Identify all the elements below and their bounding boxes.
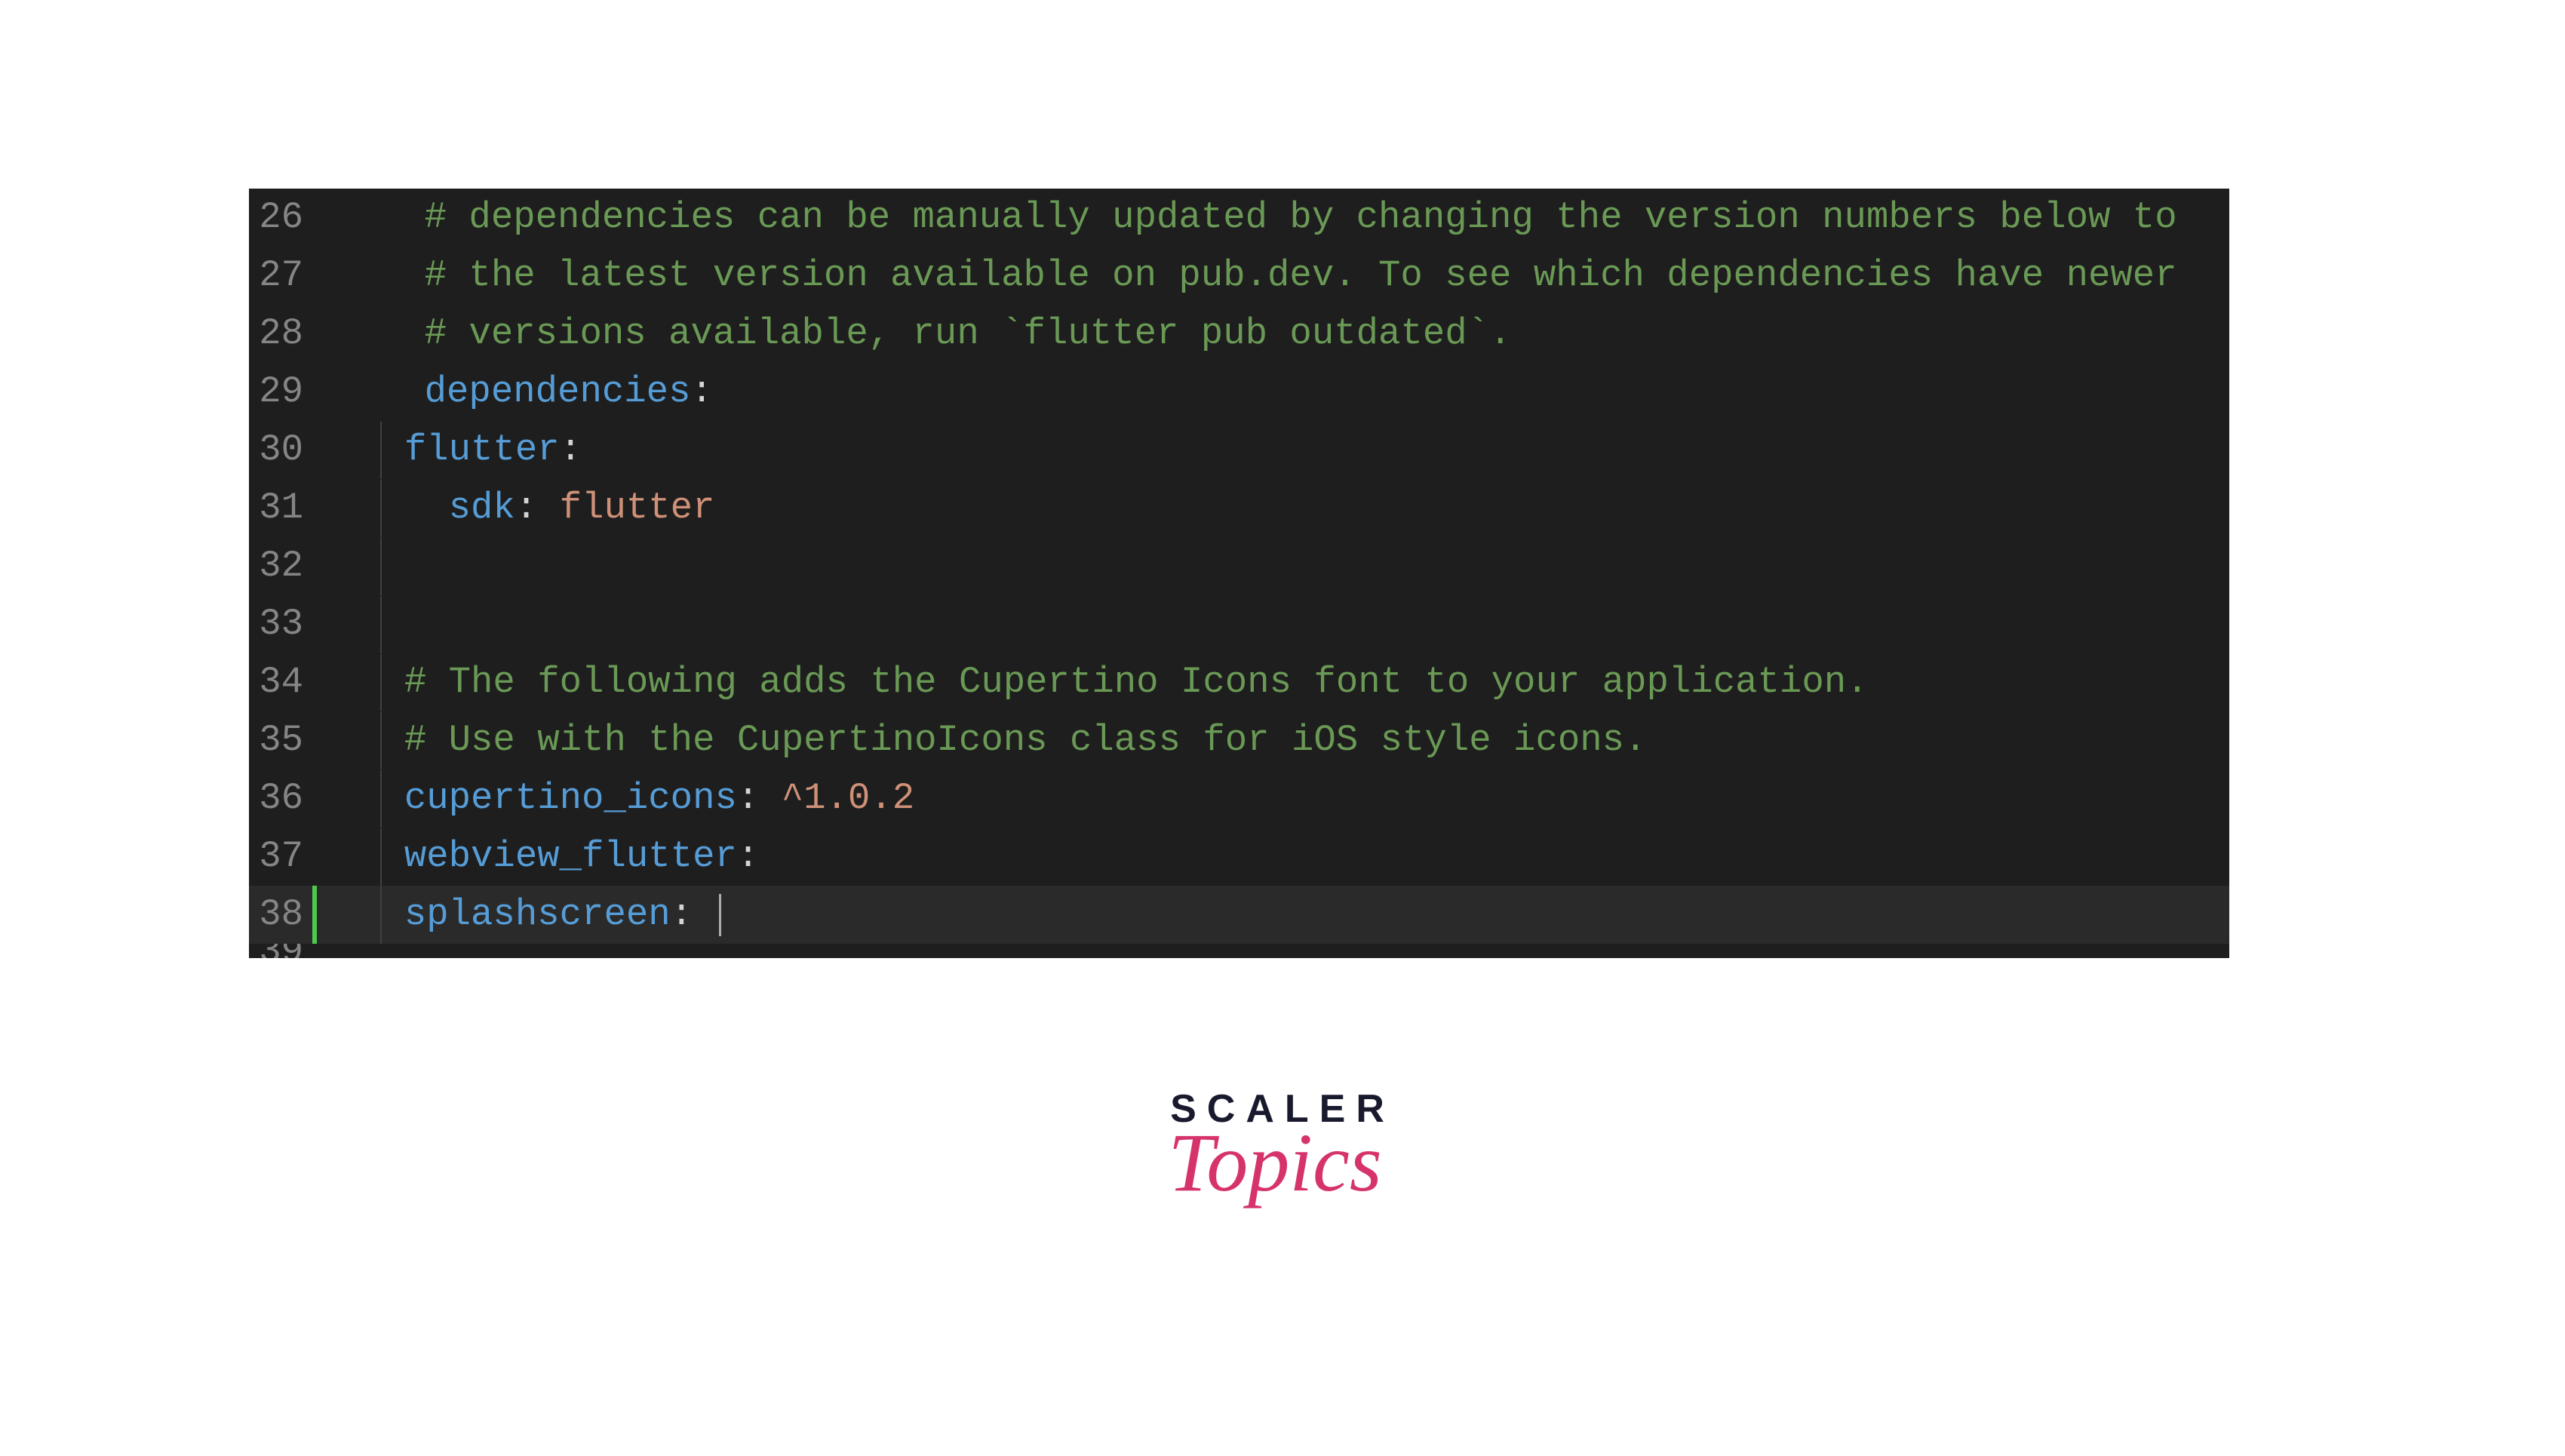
- line-content[interactable]: webview_flutter:: [317, 828, 759, 886]
- line-content[interactable]: # dependencies can be manually updated b…: [317, 189, 2177, 247]
- line-content[interactable]: flutter:: [317, 421, 582, 479]
- line-number: 38: [249, 886, 317, 944]
- line-content[interactable]: sdk: flutter: [317, 479, 715, 537]
- line-number: 29: [249, 363, 317, 421]
- line-content[interactable]: dependencies:: [317, 363, 713, 421]
- code-line-36[interactable]: 36 cupertino_icons: ^1.0.2: [249, 769, 2229, 828]
- line-number: 26: [249, 189, 317, 247]
- line-content[interactable]: # The following adds the Cupertino Icons…: [317, 653, 1869, 711]
- code-line-30[interactable]: 30 flutter:: [249, 421, 2229, 479]
- code-line-29[interactable]: 29 dependencies:: [249, 363, 2229, 421]
- code-line-37[interactable]: 37 webview_flutter:: [249, 828, 2229, 886]
- code-line-31[interactable]: 31 sdk: flutter: [249, 479, 2229, 537]
- line-number: 32: [249, 537, 317, 595]
- code-editor[interactable]: 26 # dependencies can be manually update…: [249, 189, 2229, 958]
- code-line-27[interactable]: 27 # the latest version available on pub…: [249, 247, 2229, 305]
- line-number: 36: [249, 769, 317, 828]
- code-line-26[interactable]: 26 # dependencies can be manually update…: [249, 189, 2229, 247]
- logo-text-bottom: Topics: [1163, 1115, 1387, 1211]
- line-number: 39: [249, 944, 317, 958]
- line-number: 28: [249, 305, 317, 363]
- code-line-32[interactable]: 32: [249, 537, 2229, 595]
- line-content[interactable]: # versions available, run `flutter pub o…: [317, 305, 1511, 363]
- line-content[interactable]: [317, 944, 380, 958]
- line-content[interactable]: [317, 537, 404, 595]
- line-content[interactable]: cupertino_icons: ^1.0.2: [317, 769, 914, 828]
- line-number: 33: [249, 595, 317, 653]
- code-line-33[interactable]: 33: [249, 595, 2229, 653]
- line-content[interactable]: splashscreen:: [317, 886, 721, 944]
- line-number: 35: [249, 711, 317, 769]
- line-number: 31: [249, 479, 317, 537]
- code-line-38[interactable]: 38 splashscreen:: [249, 886, 2229, 944]
- line-content[interactable]: [317, 595, 404, 653]
- code-line-28[interactable]: 28 # versions available, run `flutter pu…: [249, 305, 2229, 363]
- line-number: 27: [249, 247, 317, 305]
- scaler-topics-logo: SCALER Topics: [1170, 1086, 1395, 1211]
- text-cursor: [719, 894, 721, 936]
- line-number: 30: [249, 421, 317, 479]
- line-number: 34: [249, 653, 317, 711]
- line-content[interactable]: # the latest version available on pub.de…: [317, 247, 2177, 305]
- code-line-35[interactable]: 35 # Use with the CupertinoIcons class f…: [249, 711, 2229, 769]
- line-content[interactable]: # Use with the CupertinoIcons class for …: [317, 711, 1646, 769]
- code-line-39[interactable]: 39: [249, 944, 2229, 958]
- code-line-34[interactable]: 34 # The following adds the Cupertino Ic…: [249, 653, 2229, 711]
- line-number: 37: [249, 828, 317, 886]
